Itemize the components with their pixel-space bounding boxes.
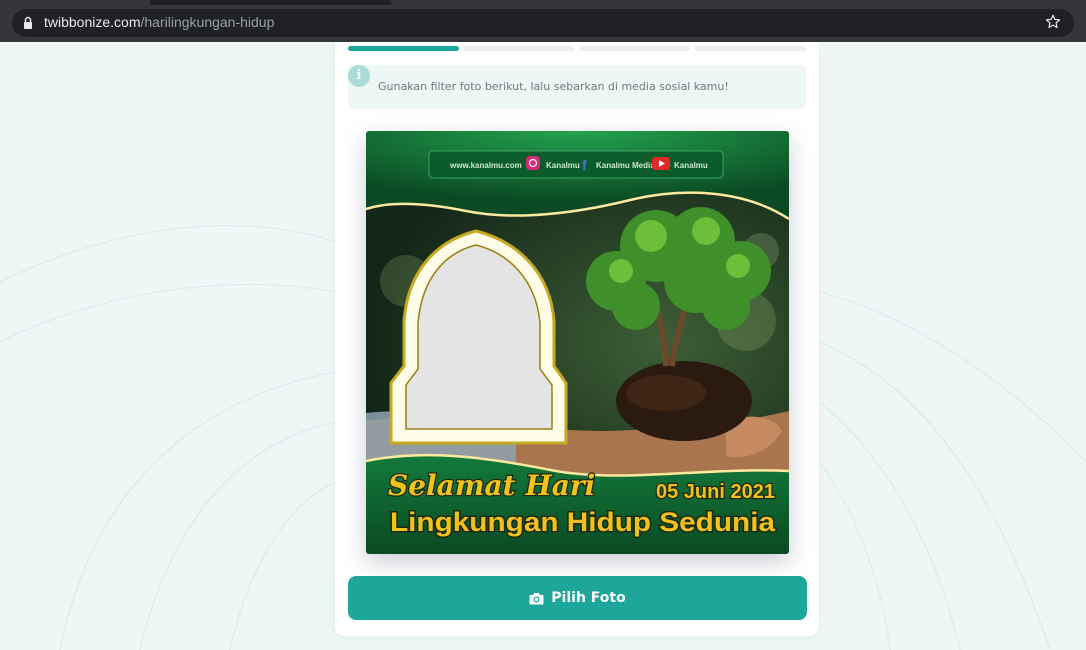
bookmark-star-icon[interactable] bbox=[1044, 13, 1062, 31]
progress-step-4 bbox=[695, 46, 806, 51]
social-facebook: Kanalmu Media bbox=[596, 161, 655, 170]
instruction-box: i Gunakan filter foto berikut, lalu seba… bbox=[348, 65, 806, 109]
tab-strip bbox=[0, 0, 1086, 5]
browser-toolbar: twibbonize.com/harilingkungan-hidup bbox=[0, 0, 1086, 42]
address-bar[interactable]: twibbonize.com/harilingkungan-hidup bbox=[12, 9, 1074, 37]
choose-photo-label: Pilih Foto bbox=[551, 590, 626, 606]
url-path: /harilingkungan-hidup bbox=[140, 14, 275, 30]
social-instagram: Kanalmu bbox=[546, 161, 580, 170]
social-website: www.kanalmu.com bbox=[449, 161, 522, 170]
social-youtube: Kanalmu bbox=[674, 161, 708, 170]
title-text: Lingkungan Hidup Sedunia bbox=[390, 507, 776, 537]
page-viewport: i Gunakan filter foto berikut, lalu seba… bbox=[0, 42, 1086, 650]
instagram-icon bbox=[526, 156, 540, 170]
camera-icon bbox=[529, 592, 544, 604]
choose-photo-button[interactable]: Pilih Foto bbox=[348, 576, 807, 620]
date-text: 05 Juni 2021 bbox=[656, 481, 775, 503]
inactive-tab[interactable] bbox=[390, 0, 1086, 5]
progress-step-2 bbox=[463, 46, 574, 51]
url-text[interactable]: twibbonize.com/harilingkungan-hidup bbox=[44, 14, 274, 30]
step-progress bbox=[348, 46, 806, 51]
greeting-text: Selamat Hari bbox=[388, 469, 595, 502]
active-tab[interactable] bbox=[0, 0, 150, 5]
progress-step-1 bbox=[348, 46, 459, 51]
instruction-text: Gunakan filter foto berikut, lalu sebark… bbox=[378, 80, 729, 93]
twibbon-frame-preview: www.kanalmu.com Kanalmu f Kanalmu Media … bbox=[366, 131, 789, 554]
facebook-icon: f bbox=[582, 157, 587, 173]
url-domain: twibbonize.com bbox=[44, 14, 141, 30]
twibbon-frame-graphic: www.kanalmu.com Kanalmu f Kanalmu Media … bbox=[366, 131, 789, 554]
progress-step-3 bbox=[579, 46, 690, 51]
lock-icon[interactable] bbox=[23, 16, 33, 30]
info-icon: i bbox=[348, 65, 370, 87]
